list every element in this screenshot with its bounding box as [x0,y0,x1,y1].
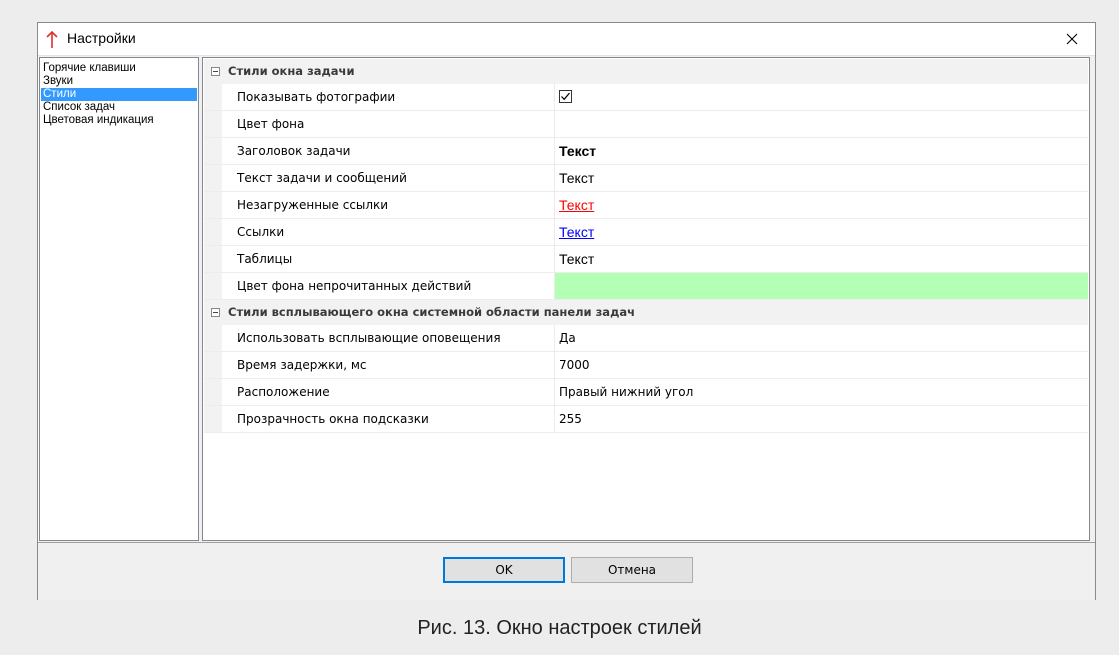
nav-item-styles[interactable]: Стили [41,88,197,101]
property-name: Таблицы [222,246,555,272]
property-row: Таблицы Текст [204,246,1088,273]
property-name: Расположение [222,379,555,405]
use-popups-value[interactable]: Да [555,325,1088,351]
property-row: Расположение Правый нижний угол [204,379,1088,406]
settings-window: Настройки Горячие клавиши Звуки Стили Сп… [37,22,1096,600]
group-header-tray-popup-styles[interactable]: Стили всплывающего окна системной област… [204,300,1088,325]
property-row: Показывать фотографии [204,84,1088,111]
close-button[interactable] [1049,23,1095,55]
property-row: Незагруженные ссылки Текст [204,192,1088,219]
property-row: Цвет фона непрочитанных действий [204,273,1088,300]
property-row: Использовать всплывающие оповещения Да [204,325,1088,352]
property-name: Использовать всплывающие оповещения [222,325,555,351]
property-row: Прозрачность окна подсказки 255 [204,406,1088,433]
property-name: Незагруженные ссылки [222,192,555,218]
nav-item-sounds[interactable]: Звуки [41,75,197,88]
property-row: Текст задачи и сообщений Текст [204,165,1088,192]
nav-item-color-indication[interactable]: Цветовая индикация [41,114,197,127]
unread-bg-color-swatch[interactable] [555,273,1088,299]
property-name: Цвет фона непрочитанных действий [222,273,555,299]
property-name: Цвет фона [222,111,555,137]
property-name: Текст задачи и сообщений [222,165,555,191]
collapse-icon[interactable] [211,308,220,317]
position-value[interactable]: Правый нижний угол [555,379,1088,405]
opacity-value[interactable]: 255 [555,406,1088,432]
property-name: Прозрачность окна подсказки [222,406,555,432]
settings-category-list[interactable]: Горячие клавиши Звуки Стили Список задач… [39,57,199,541]
ok-button[interactable]: OK [443,557,565,583]
property-row: Ссылки Текст [204,219,1088,246]
property-grid: Стили окна задачи Показывать фотографии … [202,57,1090,541]
property-row: Заголовок задачи Текст [204,138,1088,165]
property-name: Показывать фотографии [222,84,555,110]
property-name: Заголовок задачи [222,138,555,164]
window-title: Настройки [67,30,136,46]
cancel-button[interactable]: Отмена [571,557,693,583]
collapse-icon[interactable] [211,67,220,76]
delay-value[interactable]: 7000 [555,352,1088,378]
property-value[interactable] [555,84,1088,110]
nav-item-task-list[interactable]: Список задач [41,101,197,114]
property-row: Цвет фона [204,111,1088,138]
app-arrow-icon [45,29,59,49]
task-text-font-value[interactable]: Текст [555,165,1088,191]
group-label: Стили окна задачи [228,64,355,78]
group-label: Стили всплывающего окна системной област… [228,305,636,319]
property-row: Время задержки, мс 7000 [204,352,1088,379]
links-font-value[interactable]: Текст [555,219,1088,245]
figure-caption: Рис. 13. Окно настроек стилей [417,617,702,639]
show-photos-checkbox[interactable] [559,90,572,103]
unloaded-links-font-value[interactable]: Текст [555,192,1088,218]
property-name: Время задержки, мс [222,352,555,378]
dialog-body: Горячие клавиши Звуки Стили Список задач… [39,56,1095,542]
property-name: Ссылки [222,219,555,245]
title-bar: Настройки [38,23,1095,56]
close-icon [1066,30,1078,49]
background-color-value[interactable] [555,111,1088,137]
tables-font-value[interactable]: Текст [555,246,1088,272]
task-title-font-value[interactable]: Текст [555,138,1088,164]
dialog-footer: OK Отмена [38,543,1095,600]
nav-item-hotkeys[interactable]: Горячие клавиши [41,62,197,75]
group-header-task-window-styles[interactable]: Стили окна задачи [204,59,1088,84]
